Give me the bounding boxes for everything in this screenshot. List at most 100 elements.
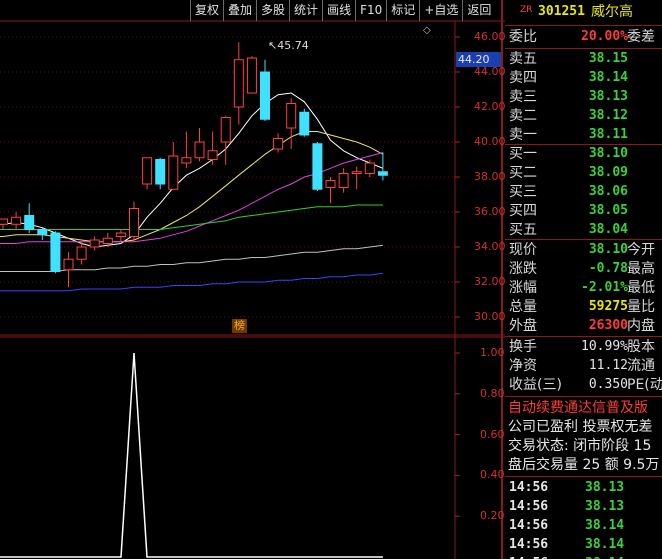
candle-body xyxy=(220,117,231,143)
fundamental-label: 收益(三) xyxy=(509,377,562,393)
ask-price: 38.14 xyxy=(588,70,628,85)
quote-label-2: 最低 xyxy=(627,280,655,296)
indicator-tick-label: 0.60 xyxy=(480,427,505,441)
candle xyxy=(194,128,205,162)
quote-label: 现价 xyxy=(509,242,537,258)
fundamental-label-2: 流通 xyxy=(627,358,655,374)
ma30-line xyxy=(0,204,383,230)
ask-row-1[interactable]: 卖一 38.11 xyxy=(505,126,662,144)
price-tick-label: 36.00 xyxy=(474,205,506,218)
candle xyxy=(129,201,139,242)
quote-value: 38.10 xyxy=(588,242,628,257)
bid-row-4[interactable]: 买四 38.05 xyxy=(505,202,662,220)
tick-time: 14:56 xyxy=(509,555,548,559)
candle xyxy=(351,166,362,190)
ask-row-3[interactable]: 卖三 38.13 xyxy=(505,88,662,106)
ask-row-5[interactable]: 卖五 38.15 xyxy=(505,50,662,68)
panel-separator xyxy=(505,48,662,49)
price-tick-label: 32.00 xyxy=(474,275,506,288)
ask-label: 卖二 xyxy=(509,108,537,124)
candle-body xyxy=(142,157,153,185)
panel-separator xyxy=(505,476,662,477)
toolbar-button-7[interactable]: +自选 xyxy=(419,0,462,21)
tick-price: 38.13 xyxy=(585,499,625,514)
ask-label: 卖一 xyxy=(509,127,537,143)
info-line: 交易状态: 闭市阶段 15 xyxy=(508,438,652,454)
price-tick-label: 42.00 xyxy=(474,100,506,113)
ask-price: 38.13 xyxy=(588,89,628,104)
candle-body xyxy=(76,246,87,260)
quote-value: -2.01% xyxy=(581,280,628,295)
bid-label: 买四 xyxy=(509,203,537,219)
quote-row: 总量 59275 量比 xyxy=(505,298,662,316)
candle xyxy=(11,212,22,230)
candle-body xyxy=(115,232,126,237)
quote-label-2: 量比 xyxy=(627,299,655,315)
candle xyxy=(142,157,153,190)
candle xyxy=(0,218,8,230)
ranking-badge[interactable]: 榜 xyxy=(232,319,247,333)
toolbar-button-0[interactable]: 复权 xyxy=(190,0,223,21)
price-tick-label: 40.00 xyxy=(474,135,506,148)
info-line: 盘后交易量 25 额 9.5万 xyxy=(508,457,660,473)
ask-row-4[interactable]: 卖四 38.14 xyxy=(505,69,662,87)
bid-row-3[interactable]: 买三 38.06 xyxy=(505,183,662,201)
trade-tick: 14:56 38.13 xyxy=(505,479,662,497)
quote-row: 涨幅 -2.01% 最低 xyxy=(505,279,662,297)
order-ratio-label: 委比 xyxy=(509,29,537,45)
fundamental-value: 11.12 xyxy=(588,358,628,373)
toolbar-button-8[interactable]: 返回 xyxy=(462,0,495,21)
bid-price: 38.09 xyxy=(588,165,628,180)
candle xyxy=(260,59,270,121)
ask-row-2[interactable]: 卖二 38.12 xyxy=(505,107,662,125)
info-line[interactable]: 自动续费通达信普及版 xyxy=(508,399,662,417)
trade-tick: 14:56 38.13 xyxy=(505,498,662,516)
candle xyxy=(63,252,74,288)
candle-body xyxy=(0,218,8,225)
candle-body xyxy=(168,155,179,190)
panel-separator xyxy=(505,239,662,240)
candle xyxy=(89,236,100,251)
toolbar-button-4[interactable]: 画线 xyxy=(322,0,355,21)
quote-row: 现价 38.10 今开 xyxy=(505,241,662,259)
tick-time: 14:56 xyxy=(509,518,549,533)
toolbar-button-3[interactable]: 统计 xyxy=(289,0,322,21)
candle xyxy=(273,133,284,153)
candle xyxy=(299,108,310,137)
kline-chart[interactable] xyxy=(0,0,505,559)
candle-body xyxy=(338,173,349,188)
trade-tick: 14:56 38.14 xyxy=(505,555,662,559)
candle-body xyxy=(377,171,388,176)
indicator-series xyxy=(0,352,383,558)
price-tick-label: 34.00 xyxy=(474,240,506,253)
candle xyxy=(37,227,48,240)
order-ratio-value: 20.00% xyxy=(581,29,628,44)
tick-price: 38.14 xyxy=(585,537,625,552)
ask-label: 卖三 xyxy=(509,89,537,105)
candle xyxy=(220,115,231,165)
toolbar-button-1[interactable]: 叠加 xyxy=(223,0,256,21)
bid-row-5[interactable]: 买五 38.04 xyxy=(505,221,662,239)
diamond-icon[interactable]: ◇ xyxy=(423,25,431,36)
fundamental-label: 净资 xyxy=(509,358,537,374)
bid-label: 买一 xyxy=(509,146,537,162)
bid-price: 38.06 xyxy=(588,184,628,199)
peak-price-label: ↖45.74 xyxy=(268,39,309,52)
bid-row-2[interactable]: 买二 38.09 xyxy=(505,164,662,182)
quote-label-2: 最高 xyxy=(627,261,655,277)
tick-price: 38.14 xyxy=(585,555,624,559)
toolbar-button-5[interactable]: F10 xyxy=(355,0,386,21)
toolbar-button-6[interactable]: 标记 xyxy=(386,0,419,21)
candle xyxy=(207,131,218,165)
stock-code: 301251 xyxy=(538,4,585,19)
candle-body xyxy=(299,111,310,136)
candle xyxy=(338,168,349,193)
toolbar-button-2[interactable]: 多股 xyxy=(256,0,289,21)
bid-row-1[interactable]: 买一 38.10 xyxy=(505,145,662,163)
candle-body xyxy=(63,258,74,271)
bid-price: 38.10 xyxy=(588,146,628,161)
info-line: 公司已盈利 投票权无差 xyxy=(508,419,653,435)
ask-price: 38.15 xyxy=(588,51,628,66)
quote-label-2: 内盘 xyxy=(627,318,655,334)
candle-body xyxy=(351,171,362,174)
